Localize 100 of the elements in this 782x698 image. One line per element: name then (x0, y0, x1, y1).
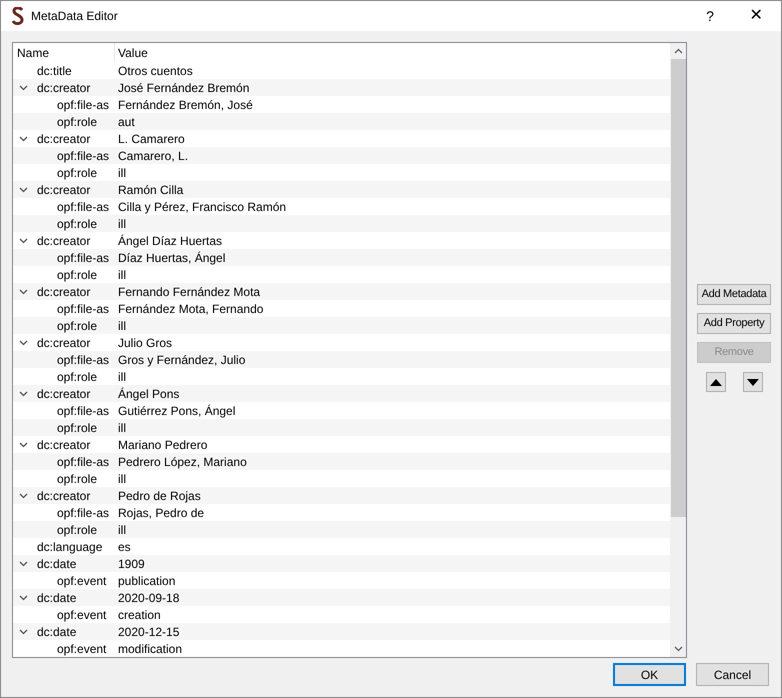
tree-row[interactable]: dc:creator Pedro de Rojas (13, 487, 670, 504)
chevron-down-icon[interactable] (19, 390, 28, 396)
tree-row[interactable]: dc:date 2020-09-18 (13, 589, 670, 606)
chevron-down-icon[interactable] (19, 84, 28, 90)
name-cell-text: opf:file-as (57, 300, 110, 318)
chevron-down-icon[interactable] (19, 628, 28, 634)
name-cell-text: opf:file-as (57, 454, 110, 470)
name-cell-text: dc:date (37, 590, 76, 606)
vertical-scrollbar[interactable] (670, 43, 686, 657)
tree-row[interactable]: dc:date 1909 (13, 555, 670, 572)
name-cell-text: opf:role (57, 368, 98, 386)
chevron-down-icon[interactable] (19, 136, 28, 142)
tree-row[interactable]: opf:file-as Díaz Huertas, Ángel (13, 249, 670, 266)
triangle-down-icon (746, 378, 759, 386)
value-cell-text: Gutiérrez Pons, Ángel (117, 402, 236, 420)
chevron-down-icon[interactable] (19, 492, 28, 498)
name-cell-text: opf:role (57, 216, 98, 232)
chevron-down-icon[interactable] (19, 442, 28, 448)
chevron-down-icon[interactable] (19, 560, 28, 566)
value-cell-text: Ángel Díaz Huertas (117, 232, 222, 250)
tree-row[interactable]: opf:role ill (13, 521, 670, 538)
value-cell-text: es (117, 538, 131, 556)
move-down-button[interactable] (742, 372, 763, 392)
column-header[interactable]: Value (115, 43, 670, 62)
value-cell-text: 1909 (117, 556, 145, 572)
tree-row[interactable]: dc:creator Fernando Fernández Mota (13, 283, 670, 300)
tree-row[interactable]: dc:date 2020-12-15 (13, 623, 670, 640)
name-cell-text: opf:role (57, 164, 98, 182)
name-cell-text: opf:event (57, 640, 106, 657)
scroll-up-icon[interactable] (674, 48, 683, 54)
value-cell-text: ill (117, 164, 126, 182)
name-cell-text: dc:creator (37, 334, 90, 352)
tree-row[interactable]: dc:creator Ramón Cilla (13, 181, 670, 198)
tree-row[interactable]: opf:role ill (13, 317, 670, 334)
value-cell-text: ill (117, 470, 126, 488)
app-logo-icon (11, 7, 25, 25)
dialog-button[interactable]: Cancel (696, 663, 769, 686)
name-cell-text: opf:file-as (57, 504, 110, 522)
scrollbar-thumb[interactable] (670, 59, 686, 517)
value-cell-text: L. Camarero (117, 130, 185, 148)
value-cell-text: Pedrero López, Mariano (117, 454, 247, 470)
tree-row[interactable]: opf:role ill (13, 215, 670, 232)
name-cell-text: opf:file-as (57, 250, 110, 266)
name-cell-text: dc:creator (37, 182, 90, 198)
name-cell-text: opf:file-as (57, 352, 110, 368)
name-cell-text: opf:event (57, 572, 106, 590)
value-cell-text: Julio Gros (117, 334, 172, 352)
value-cell-text: Ramón Cilla (117, 182, 184, 198)
name-cell-text: opf:role (57, 522, 98, 538)
dialog-button[interactable]: OK (613, 663, 686, 686)
value-cell-text: Díaz Huertas, Ángel (117, 250, 226, 266)
window-title: MetaData Editor (31, 8, 118, 25)
value-cell-text: Camarero, L. (117, 148, 188, 164)
name-cell-text: dc:language (37, 538, 102, 556)
name-cell-text: opf:file-as (57, 96, 110, 114)
value-cell-text: Cilla y Pérez, Francisco Ramón (117, 198, 286, 216)
value-cell-text: ill (117, 522, 126, 538)
chevron-down-icon[interactable] (19, 340, 28, 346)
value-cell-text: Otros cuentos (117, 62, 193, 80)
name-cell-text: dc:date (37, 624, 76, 640)
name-cell-text: dc:creator (37, 488, 90, 504)
help-button[interactable]: ? (687, 1, 733, 31)
value-cell-text: ill (117, 266, 126, 284)
close-button[interactable]: ✕ (733, 1, 779, 31)
side-button[interactable]: Add Metadata (697, 284, 772, 305)
tree-row[interactable]: opf:file-as Camarero, L. (13, 147, 670, 164)
name-cell-text: dc:creator (37, 232, 90, 250)
tree-row[interactable]: opf:file-as Pedrero López, Mariano (13, 453, 670, 470)
name-cell-text: dc:title (37, 62, 72, 80)
chevron-down-icon[interactable] (19, 238, 28, 244)
chevron-down-icon[interactable] (19, 186, 28, 192)
move-up-button[interactable] (706, 372, 726, 392)
value-cell-text: aut (117, 114, 135, 130)
name-cell-text: opf:file-as (57, 198, 110, 216)
tree-row[interactable]: opf:file-as Gros y Fernández, Julio (13, 351, 670, 368)
chevron-down-icon[interactable] (19, 594, 28, 600)
value-cell-text: José Fernández Bremón (117, 80, 250, 96)
name-cell-text: opf:file-as (57, 402, 110, 420)
side-button[interactable]: Add Property (697, 313, 772, 334)
value-cell-text: Fernández Bremón, José (117, 96, 253, 114)
value-cell-text: Pedro de Rojas (117, 488, 201, 504)
scroll-down-icon[interactable] (674, 646, 683, 652)
name-cell-text: dc:creator (37, 436, 90, 454)
chevron-down-icon[interactable] (19, 288, 28, 294)
name-cell-text: dc:creator (37, 284, 90, 300)
tree-row[interactable]: dc:creator Ángel Pons (13, 385, 670, 402)
value-cell-text: ill (117, 318, 126, 334)
tree-row[interactable]: opf:role ill (13, 419, 670, 436)
value-cell-text: Fernando Fernández Mota (117, 284, 260, 300)
name-cell-text: dc:creator (37, 130, 90, 148)
name-cell-text: opf:role (57, 266, 98, 284)
name-cell-text: opf:role (57, 318, 98, 334)
name-cell-text: opf:role (57, 420, 98, 436)
name-cell-text: opf:event (57, 606, 106, 624)
name-cell-text: opf:role (57, 470, 98, 488)
name-cell-text: opf:file-as (57, 148, 110, 164)
tree-row[interactable]: dc:creator José Fernández Bremón (13, 79, 670, 96)
name-cell-text: opf:role (57, 114, 98, 130)
tree-row[interactable]: opf:role aut (13, 113, 670, 130)
name-cell-text: dc:date (37, 556, 76, 572)
